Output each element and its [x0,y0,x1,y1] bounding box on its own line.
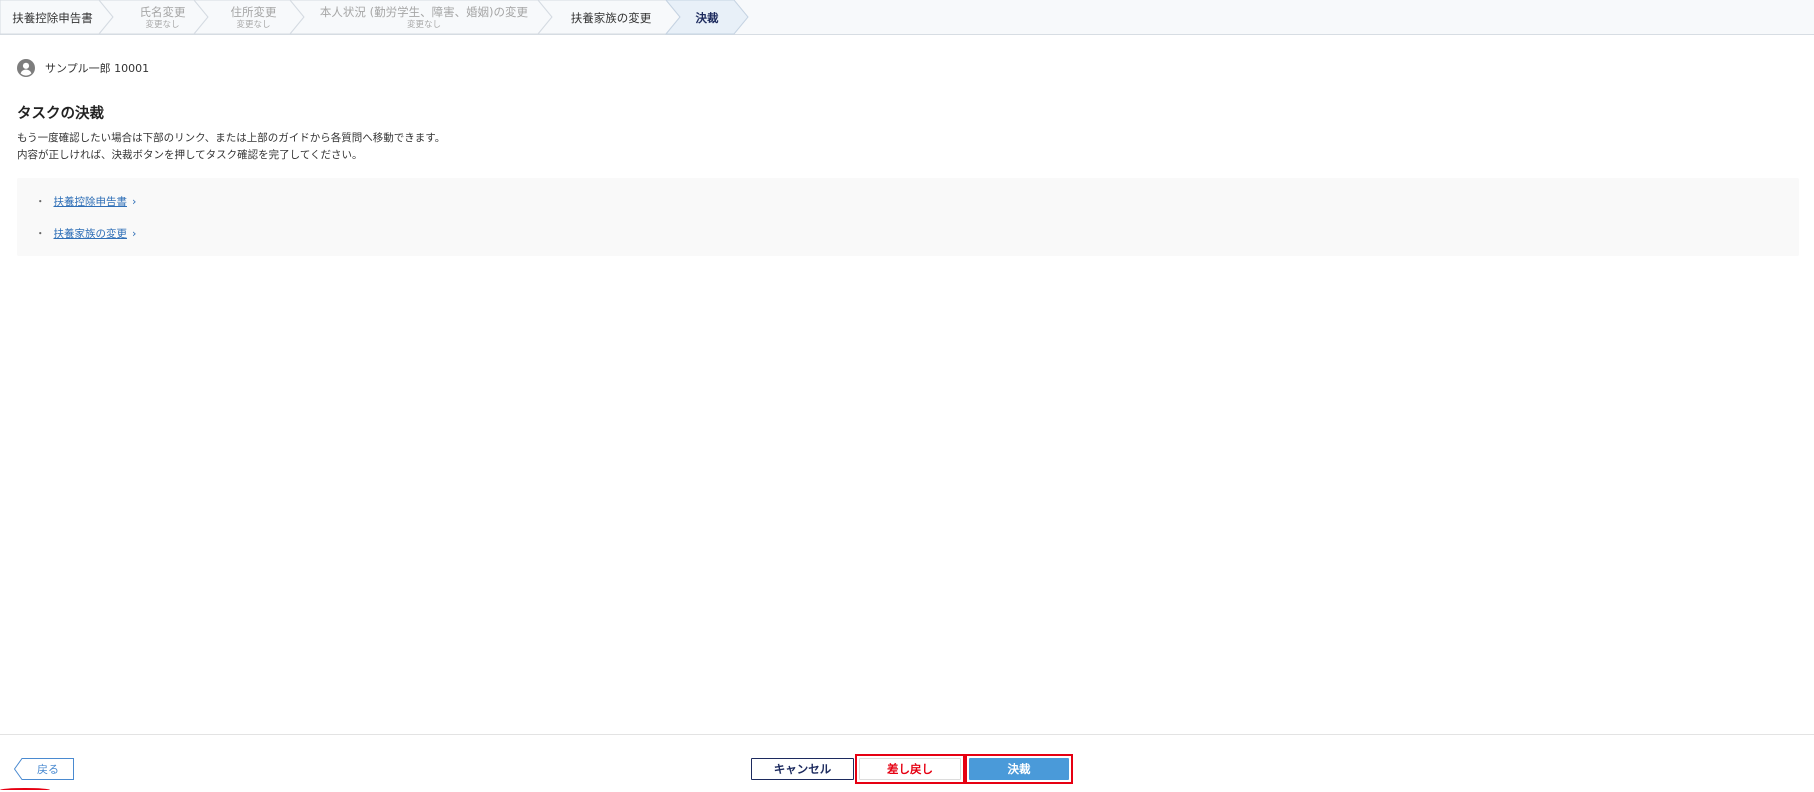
step-address-change[interactable]: 住所変更 変更なし [208,0,299,34]
list-item: ・ 扶養控除申告書 › [35,193,136,209]
link-dependents-change[interactable]: 扶養家族の変更 [54,226,128,241]
chevron-right-icon: › [132,226,137,240]
user-info: サンプル一郎 10001 [17,59,149,77]
step-sublabel: 変更なし [236,20,271,30]
step-dependents-change[interactable]: 扶養家族の変更 [552,0,670,34]
step-sublabel: 変更なし [406,20,441,30]
link-deduction-form[interactable]: 扶養控除申告書 [54,194,128,209]
cancel-button[interactable]: キャンセル [751,758,854,780]
return-button[interactable]: 差し戻し [859,758,961,780]
back-button[interactable]: 戻る [14,758,74,780]
footer-action-bar: 戻る キャンセル 差し戻し 決裁 [0,734,1814,792]
corner-highlight-mark [0,788,50,792]
step-label: 決裁 [695,11,719,25]
step-progress-bar: 扶養控除申告書 氏名変更 変更なし 住所変更 変更なし 本人状況 (勤労学生、障… [0,0,1814,35]
page-description: もう一度確認したい場合は下部のリンク、または上部のガイドから各質問へ移動できます… [17,130,445,164]
description-line: 内容が正しければ、決裁ボタンを押してタスク確認を完了してください。 [17,149,363,161]
step-label: 扶養家族の変更 [570,11,652,25]
description-line: もう一度確認したい場合は下部のリンク、または上部のガイドから各質問へ移動できます… [17,132,446,144]
step-personal-status-change[interactable]: 本人状況 (勤労学生、障害、婚姻)の変更 変更なし [304,0,544,34]
back-button-label: 戻る [37,763,59,776]
step-deduction-form[interactable]: 扶養控除申告書 [0,0,105,34]
chevron-right-icon: › [132,194,137,208]
step-approval[interactable]: 決裁 [680,0,734,34]
list-item: ・ 扶養家族の変更 › [35,225,136,241]
approve-button[interactable]: 決裁 [969,758,1069,780]
step-name-change[interactable]: 氏名変更 変更なし [113,0,212,34]
user-avatar-icon [17,59,35,77]
bullet-icon: ・ [35,227,46,240]
page-title: タスクの決裁 [17,106,104,122]
step-label: 扶養控除申告書 [12,11,93,25]
review-links-panel: ・ 扶養控除申告書 › ・ 扶養家族の変更 › [17,178,1799,256]
bullet-icon: ・ [35,195,46,208]
step-sublabel: 変更なし [145,20,180,30]
task-approval-page: 扶養控除申告書 氏名変更 変更なし 住所変更 変更なし 本人状況 (勤労学生、障… [0,0,1814,792]
user-name: サンプル一郎 10001 [45,62,150,75]
